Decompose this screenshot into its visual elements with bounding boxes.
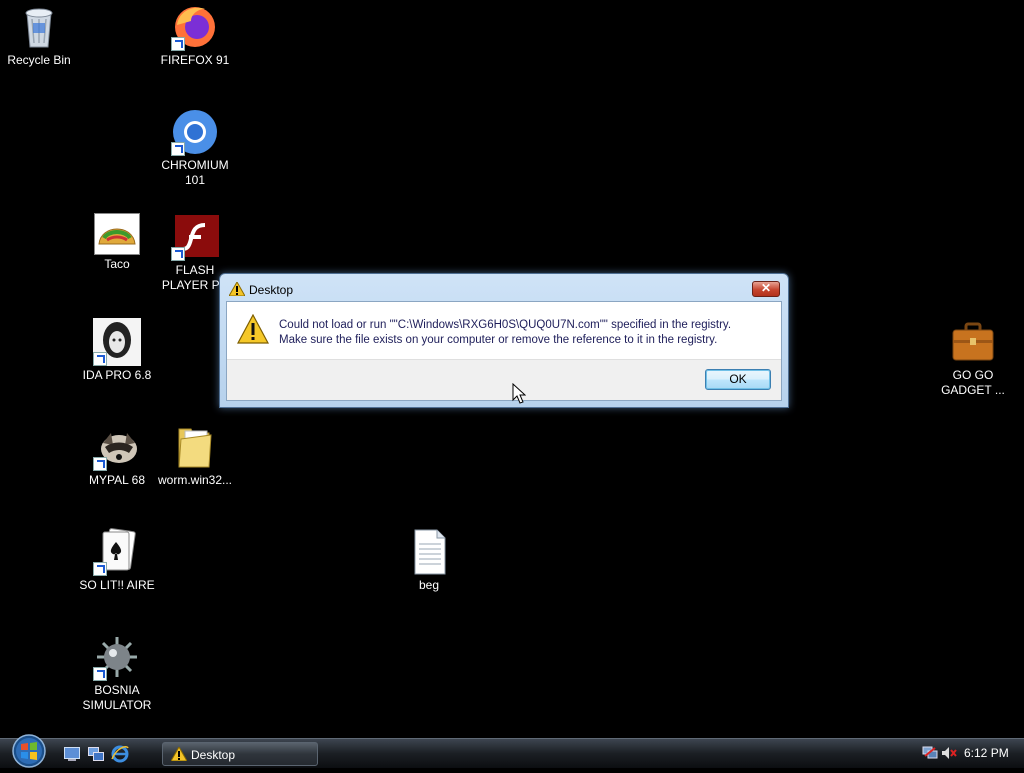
close-button[interactable]: ✕ <box>752 281 780 297</box>
solitaire-icon[interactable]: SO LIT!! AIRE <box>79 528 155 593</box>
text-file-icon[interactable]: beg <box>391 528 467 593</box>
shortcut-arrow-icon <box>93 667 107 681</box>
volume-muted-icon[interactable] <box>941 746 957 760</box>
message-line: Could not load or run ""C:\Windows\RXG6H… <box>279 319 732 331</box>
taskbar-button-desktop[interactable]: Desktop <box>162 742 318 766</box>
warning-icon <box>228 280 246 301</box>
shortcut-arrow-icon <box>93 352 107 366</box>
shortcut-arrow-icon <box>171 37 185 51</box>
folder-icon[interactable]: worm.win32... <box>157 423 233 488</box>
mouse-cursor-icon <box>512 382 527 410</box>
recycle-bin-icon[interactable]: Recycle Bin <box>1 3 77 68</box>
show-desktop-icon[interactable] <box>64 747 80 761</box>
network-icon[interactable] <box>922 746 938 760</box>
switch-windows-icon[interactable] <box>88 747 104 761</box>
warning-icon <box>170 745 188 766</box>
message-line: Make sure the file exists on your comput… <box>279 334 718 346</box>
dialog-message-area: Could not load or run ""C:\Windows\RXG6H… <box>227 302 781 362</box>
icon-label: beg <box>418 578 440 592</box>
icon-label: Taco <box>104 257 130 271</box>
dialog-titlebar[interactable]: Desktop ✕ <box>220 274 788 302</box>
chromium-icon[interactable]: CHROMIUM 101 <box>157 108 233 188</box>
warning-icon <box>236 313 270 349</box>
taskbar: Desktop 6:12 PM <box>0 738 1024 768</box>
shortcut-arrow-icon <box>171 247 185 261</box>
dialog-body: Could not load or run ""C:\Windows\RXG6H… <box>226 301 782 401</box>
icon-label: worm.win32... <box>157 473 233 487</box>
taco-icon[interactable]: Taco <box>79 213 155 272</box>
dialog-title: Desktop <box>249 283 294 297</box>
icon-label: CHROMIUM 101 <box>161 158 229 187</box>
firefox-icon[interactable]: FIREFOX 91 <box>157 3 233 68</box>
icon-label: MYPAL 68 <box>88 473 146 487</box>
mypal-icon[interactable]: MYPAL 68 <box>79 423 155 488</box>
icon-label: GO GO GADGET ... <box>941 368 1005 397</box>
internet-explorer-icon[interactable] <box>111 745 129 763</box>
icon-label: Recycle Bin <box>7 53 71 67</box>
clock[interactable]: 6:12 PM <box>964 746 1009 760</box>
taskbar-button-label: Desktop <box>191 748 236 762</box>
icon-label: FIREFOX 91 <box>160 53 230 67</box>
shortcut-arrow-icon <box>171 142 185 156</box>
dialog-message: Could not load or run ""C:\Windows\RXG6H… <box>279 318 731 348</box>
dialog-button-area: OK <box>227 359 781 400</box>
icon-label: BOSNIA SIMULATOR <box>82 683 152 712</box>
shortcut-arrow-icon <box>93 457 107 471</box>
error-dialog: Desktop ✕ Could not load or run ""C:\Win… <box>219 273 789 408</box>
shortcut-arrow-icon <box>93 562 107 576</box>
briefcase-icon[interactable]: GO GO GADGET ... <box>935 318 1011 398</box>
minesweeper-icon[interactable]: BOSNIA SIMULATOR <box>79 633 155 713</box>
icon-label: IDA PRO 6.8 <box>82 368 152 382</box>
start-button[interactable] <box>9 734 49 768</box>
ok-button[interactable]: OK <box>705 369 771 390</box>
icon-label: SO LIT!! AIRE <box>79 578 155 592</box>
ida-pro-icon[interactable]: IDA PRO 6.8 <box>79 318 155 383</box>
